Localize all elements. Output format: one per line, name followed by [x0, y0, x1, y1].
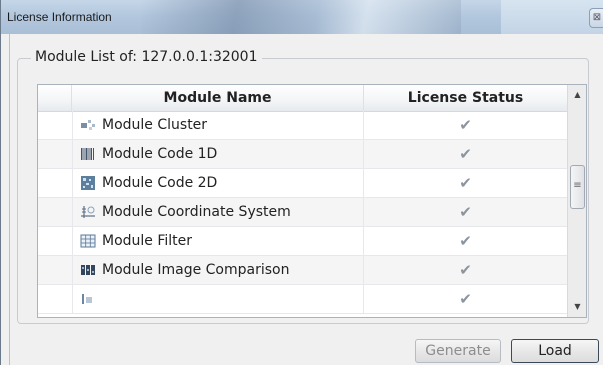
module-name: Module Image Comparison [102, 262, 290, 278]
qrcode-icon [81, 176, 95, 190]
row-selector[interactable] [38, 140, 73, 168]
module-name: Module Filter [102, 233, 193, 249]
module-name: Module Code 1D [102, 146, 218, 162]
title-bar-glass [141, 0, 461, 34]
module-icon [82, 294, 92, 304]
check-icon: ✔ [459, 232, 472, 250]
cluster-icon [81, 120, 95, 130]
close-icon: ⊠ [592, 12, 602, 23]
vertical-scrollbar[interactable]: ▲ ≡ ▼ [567, 85, 586, 317]
scroll-down-button[interactable]: ▼ [569, 298, 586, 316]
filter-grid-icon [80, 234, 96, 248]
check-icon: ✔ [459, 203, 472, 221]
barcode-icon [81, 148, 94, 160]
table-row[interactable]: Module Cluster ✔ [38, 111, 567, 140]
check-icon: ✔ [459, 290, 472, 308]
check-icon: ✔ [459, 145, 472, 163]
module-name-cell[interactable]: Module Filter [72, 227, 364, 255]
image-comparison-icon [81, 265, 95, 275]
row-selector[interactable] [38, 285, 73, 313]
header-license-status-label: License Status [407, 90, 524, 106]
table-header: ˆ Module Name License Status [38, 85, 567, 112]
row-selector[interactable] [38, 227, 73, 255]
title-bar[interactable]: License Information ⊠ [1, 0, 603, 34]
header-module-name[interactable]: ˆ Module Name [72, 85, 364, 111]
module-table: ˆ Module Name License Status Module Clus… [37, 84, 587, 318]
table-row[interactable]: Module Filter ✔ [38, 227, 567, 256]
sort-ascending-icon: ˆ [248, 84, 252, 92]
row-selector[interactable] [38, 111, 73, 139]
check-icon: ✔ [459, 261, 472, 279]
module-name-cell[interactable]: Module Code 1D [72, 140, 364, 168]
license-status-cell: ✔ [364, 256, 567, 284]
scroll-up-button[interactable]: ▲ [569, 86, 586, 104]
check-icon: ✔ [459, 116, 472, 134]
table-row[interactable]: Module Code 2D ✔ [38, 169, 567, 198]
license-information-window: License Information ⊠ Module List of: 12… [0, 0, 603, 365]
license-status-cell: ✔ [364, 140, 567, 168]
coordinate-icon [81, 206, 95, 218]
table-row-partial[interactable]: ✔ [38, 285, 567, 314]
row-selector[interactable] [38, 256, 73, 284]
module-name-cell[interactable] [72, 285, 364, 313]
module-name-cell[interactable]: Module Code 2D [72, 169, 364, 197]
license-status-cell: ✔ [364, 198, 567, 226]
table-body: Module Cluster ✔ Module Code 1D ✔ Module… [38, 111, 567, 314]
module-name: Module Cluster [102, 117, 208, 133]
license-status-cell: ✔ [364, 227, 567, 255]
arrow-down-icon: ▼ [574, 302, 581, 311]
table-row[interactable]: Module Image Comparison ✔ [38, 256, 567, 285]
arrow-up-icon: ▲ [574, 90, 581, 99]
header-license-status[interactable]: License Status [364, 85, 567, 111]
header-select-column[interactable] [38, 85, 72, 111]
generate-button[interactable]: Generate [415, 339, 501, 363]
license-status-cell: ✔ [364, 169, 567, 197]
close-button[interactable]: ⊠ [589, 8, 603, 28]
license-status-cell: ✔ [364, 111, 567, 139]
module-name: Module Coordinate System [102, 204, 291, 220]
title-bar-glass-right [501, 0, 603, 34]
module-name-cell[interactable]: Module Cluster [72, 111, 364, 139]
check-icon: ✔ [459, 174, 472, 192]
scrollbar-thumb[interactable]: ≡ [570, 165, 585, 209]
module-name-cell[interactable]: Module Image Comparison [72, 256, 364, 284]
row-selector[interactable] [38, 169, 73, 197]
module-list-label: Module List of: 127.0.0.1:32001 [31, 49, 262, 65]
license-status-cell: ✔ [364, 285, 567, 313]
table-row[interactable]: Module Code 1D ✔ [38, 140, 567, 169]
window-title: License Information [7, 10, 112, 24]
module-name: Module Code 2D [102, 175, 218, 191]
row-selector[interactable] [38, 198, 73, 226]
module-name-cell[interactable]: Module Coordinate System [72, 198, 364, 226]
grip-icon: ≡ [573, 180, 582, 191]
header-module-name-label: Module Name [163, 90, 272, 106]
table-row[interactable]: Module Coordinate System ✔ [38, 198, 567, 227]
load-button[interactable]: Load [511, 339, 599, 363]
